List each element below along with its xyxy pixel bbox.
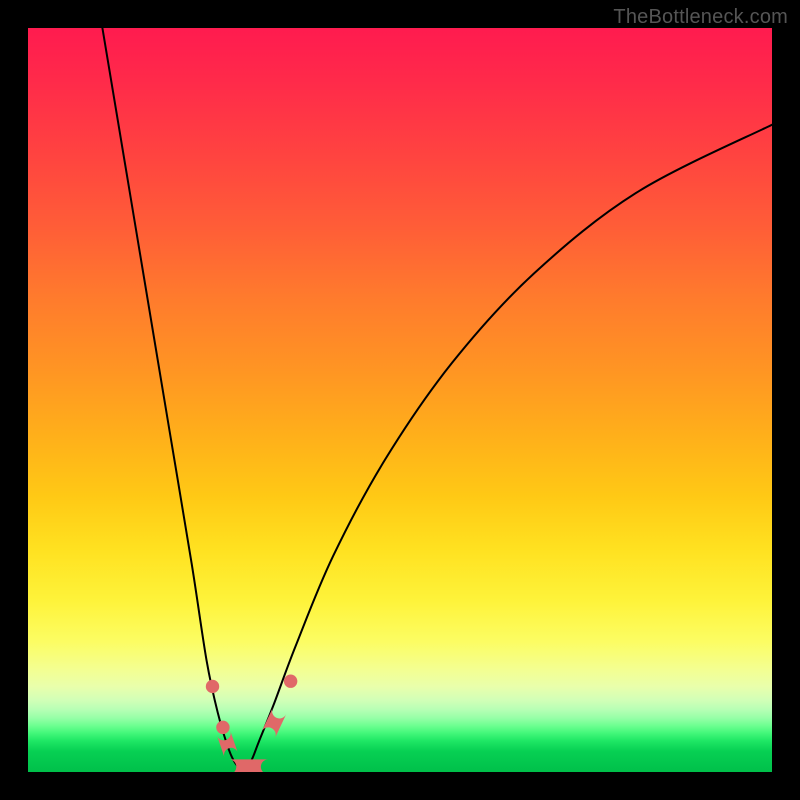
chart-marker-pill [217,731,238,757]
watermark-text: TheBottleneck.com [613,6,788,29]
chart-marker [284,675,297,688]
curve-group [102,28,772,770]
chart-marker [216,721,229,734]
chart-marker [206,680,219,693]
chart-marker-pill [262,708,287,738]
curve-left-branch [102,28,243,770]
chart-marker-pill [229,759,268,772]
figure-frame: TheBottleneck.com [0,0,800,800]
chart-svg [28,28,772,772]
curve-right-branch [244,125,772,770]
marker-group [206,675,298,772]
plot-panel [28,28,772,772]
